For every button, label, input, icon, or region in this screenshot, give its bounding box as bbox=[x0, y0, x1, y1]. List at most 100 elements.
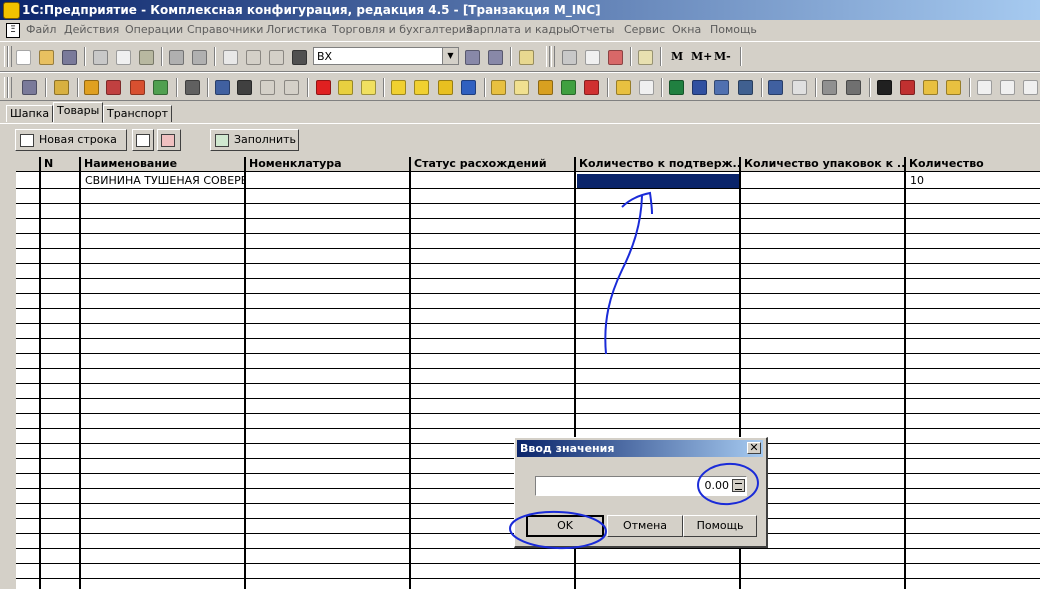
edit-row-button[interactable] bbox=[132, 129, 154, 151]
redo-icon[interactable] bbox=[269, 50, 284, 65]
menu-logistics[interactable]: Логистика bbox=[266, 23, 327, 36]
bulb-icon[interactable] bbox=[361, 80, 376, 95]
calculator-icon[interactable] bbox=[562, 50, 577, 65]
tab-goods[interactable]: Товары bbox=[53, 102, 104, 123]
text-icon[interactable] bbox=[1023, 80, 1038, 95]
memory-minus-button[interactable]: M- bbox=[714, 50, 731, 63]
refresh-icon[interactable] bbox=[260, 80, 275, 95]
column-header-status[interactable]: Статус расхождений bbox=[411, 157, 576, 172]
print-icon[interactable] bbox=[169, 50, 184, 65]
users-icon[interactable] bbox=[692, 80, 707, 95]
column-header-number[interactable]: N bbox=[41, 157, 81, 172]
print-preview-icon[interactable] bbox=[192, 50, 207, 65]
book-icon[interactable] bbox=[638, 50, 653, 65]
documents-icon[interactable] bbox=[1000, 80, 1015, 95]
column-header-nomenclature[interactable]: Номенклатура bbox=[246, 157, 411, 172]
exchange-icon[interactable] bbox=[215, 80, 230, 95]
toolbar-grip[interactable] bbox=[8, 46, 12, 67]
tab-transport[interactable]: Транспорт bbox=[103, 105, 172, 122]
menu-service[interactable]: Сервис bbox=[624, 23, 665, 36]
bookmark-icon[interactable] bbox=[106, 80, 121, 95]
find-previous-icon[interactable] bbox=[488, 50, 503, 65]
edit-icon[interactable] bbox=[639, 80, 654, 95]
tree-icon[interactable] bbox=[669, 80, 684, 95]
menu-actions[interactable]: Действия bbox=[64, 23, 119, 36]
hand-icon[interactable] bbox=[438, 80, 453, 95]
import-icon[interactable] bbox=[561, 80, 576, 95]
note-icon[interactable] bbox=[514, 80, 529, 95]
column-header-pack-qty[interactable]: Количество упаковок к ... bbox=[741, 157, 906, 172]
menu-help[interactable]: Помощь bbox=[710, 23, 757, 36]
paste-icon[interactable] bbox=[139, 50, 154, 65]
save-icon[interactable] bbox=[22, 80, 37, 95]
menu-windows[interactable]: Окна bbox=[672, 23, 701, 36]
open-folder-icon[interactable] bbox=[39, 50, 54, 65]
close-icon[interactable]: ✕ bbox=[747, 442, 761, 454]
register-icon[interactable] bbox=[846, 80, 861, 95]
memory-button[interactable]: M bbox=[671, 50, 683, 63]
menu-references[interactable]: Справочники bbox=[187, 23, 263, 36]
help-button[interactable]: Помощь bbox=[683, 515, 757, 537]
tab-header[interactable]: Шапка bbox=[6, 105, 54, 122]
chart-icon[interactable] bbox=[185, 80, 200, 95]
save-icon[interactable] bbox=[62, 50, 77, 65]
menu-operations[interactable]: Операции bbox=[125, 23, 183, 36]
document-menu-icon[interactable]: Ξ bbox=[6, 23, 20, 38]
menu-reports[interactable]: Отчеты bbox=[571, 23, 614, 36]
tools-icon[interactable] bbox=[237, 80, 252, 95]
delete-row-button[interactable] bbox=[157, 129, 181, 151]
package-icon[interactable] bbox=[768, 80, 783, 95]
undo-icon[interactable] bbox=[246, 50, 261, 65]
stack-icon[interactable] bbox=[538, 80, 553, 95]
arrow-icon[interactable] bbox=[461, 80, 476, 95]
table-cell-quantity[interactable]: 10 bbox=[907, 174, 1037, 188]
card-icon[interactable] bbox=[338, 80, 353, 95]
post-icon[interactable] bbox=[54, 80, 69, 95]
fire-icon[interactable] bbox=[900, 80, 915, 95]
marker-icon[interactable] bbox=[608, 50, 623, 65]
new-document-icon[interactable] bbox=[16, 50, 31, 65]
fruit-icon[interactable] bbox=[130, 80, 145, 95]
book-open-icon[interactable] bbox=[792, 80, 807, 95]
user-walk-icon[interactable] bbox=[738, 80, 753, 95]
user-up-icon[interactable] bbox=[714, 80, 729, 95]
smiley-icon[interactable] bbox=[391, 80, 406, 95]
column-header-qty-confirm[interactable]: Количество к подтверж... bbox=[576, 157, 741, 172]
table-icon[interactable] bbox=[946, 80, 961, 95]
search-combobox[interactable]: BX ▼ bbox=[313, 47, 459, 65]
glasses-icon[interactable] bbox=[877, 80, 892, 95]
find-next-icon[interactable] bbox=[465, 50, 480, 65]
toolbar-grip[interactable] bbox=[8, 77, 12, 98]
calculator-icon[interactable] bbox=[732, 479, 745, 492]
column-header-quantity[interactable]: Количество bbox=[906, 157, 1040, 172]
menu-trade-accounting[interactable]: Торговля и бухгалтерия bbox=[332, 23, 473, 36]
new-row-button[interactable]: Новая строка bbox=[15, 129, 127, 151]
binoculars-icon[interactable] bbox=[292, 50, 307, 65]
computers-icon[interactable] bbox=[822, 80, 837, 95]
grid-icon[interactable] bbox=[923, 80, 938, 95]
ok-button[interactable]: OK bbox=[526, 515, 604, 537]
menu-file[interactable]: Файл bbox=[26, 23, 56, 36]
folder-icon[interactable] bbox=[616, 80, 631, 95]
flag-icon[interactable] bbox=[284, 80, 299, 95]
table-cell-name[interactable]: СВИНИНА ТУШЕНАЯ СОВЕРЕНОВ bbox=[82, 174, 244, 188]
toolbar-grip[interactable] bbox=[546, 46, 550, 67]
smiley-alt-icon[interactable] bbox=[414, 80, 429, 95]
pencil-icon[interactable] bbox=[491, 80, 506, 95]
fill-button[interactable]: Заполнить bbox=[210, 129, 299, 151]
face-icon[interactable] bbox=[84, 80, 99, 95]
copy-icon[interactable] bbox=[116, 50, 131, 65]
cut-icon[interactable] bbox=[93, 50, 108, 65]
cancel-button[interactable]: Отмена bbox=[607, 515, 683, 537]
value-input[interactable]: 0.00 bbox=[535, 476, 747, 496]
calendar-icon[interactable] bbox=[585, 50, 600, 65]
toolbar-grip[interactable] bbox=[551, 46, 555, 67]
help-question-icon[interactable] bbox=[519, 50, 534, 65]
memory-plus-button[interactable]: M+ bbox=[691, 50, 712, 63]
checkmark-icon[interactable] bbox=[316, 80, 331, 95]
selected-cell[interactable] bbox=[577, 174, 739, 188]
menu-payroll[interactable]: Зарплата и кадры bbox=[466, 23, 572, 36]
column-header-name[interactable]: Наименование bbox=[81, 157, 246, 172]
chevron-down-icon[interactable]: ▼ bbox=[442, 48, 458, 64]
money-bag-icon[interactable] bbox=[153, 80, 168, 95]
